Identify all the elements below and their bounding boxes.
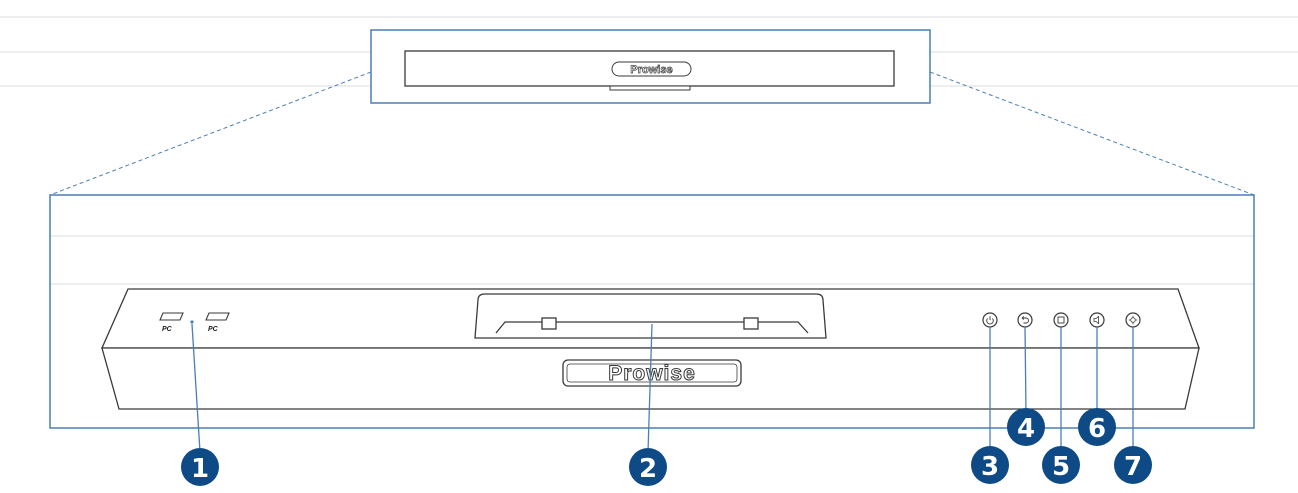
top-view-panel: Prowise (404, 50, 895, 91)
svg-text:2: 2 (639, 454, 657, 484)
settings-button[interactable] (1125, 312, 1141, 328)
power-button[interactable] (982, 312, 998, 328)
svg-text:4: 4 (1017, 414, 1035, 444)
volume-button[interactable] (1089, 312, 1105, 328)
svg-text:5: 5 (1052, 452, 1070, 482)
usb-port-icon (205, 312, 230, 321)
callout-1: 1 (181, 448, 219, 486)
callout-4: 4 (1007, 408, 1045, 446)
callout-3: 3 (971, 446, 1009, 484)
control-panel-diagram: Prowise Prowise PC PC 1 2 3 4 5 6 7 (0, 16, 1298, 486)
callout-6: 6 (1078, 408, 1116, 446)
svg-text:6: 6 (1088, 414, 1106, 444)
usb-port-icon (159, 312, 184, 321)
menu-button[interactable] (1053, 312, 1069, 328)
front-logo: Prowise (608, 362, 696, 385)
usb-port-1-label: PC (162, 326, 173, 333)
callout-7: 7 (1114, 446, 1152, 484)
svg-text:7: 7 (1124, 452, 1142, 482)
usb-port-2-label: PC (208, 326, 219, 333)
svg-text:1: 1 (191, 454, 209, 484)
svg-text:3: 3 (981, 452, 999, 482)
callout-5: 5 (1042, 446, 1080, 484)
return-button[interactable] (1017, 312, 1033, 328)
callout-2: 2 (629, 448, 667, 486)
pen-tray (474, 293, 827, 339)
status-led (190, 320, 194, 324)
top-view-logo: Prowise (630, 64, 672, 76)
top-view-pen-tray (609, 85, 691, 91)
